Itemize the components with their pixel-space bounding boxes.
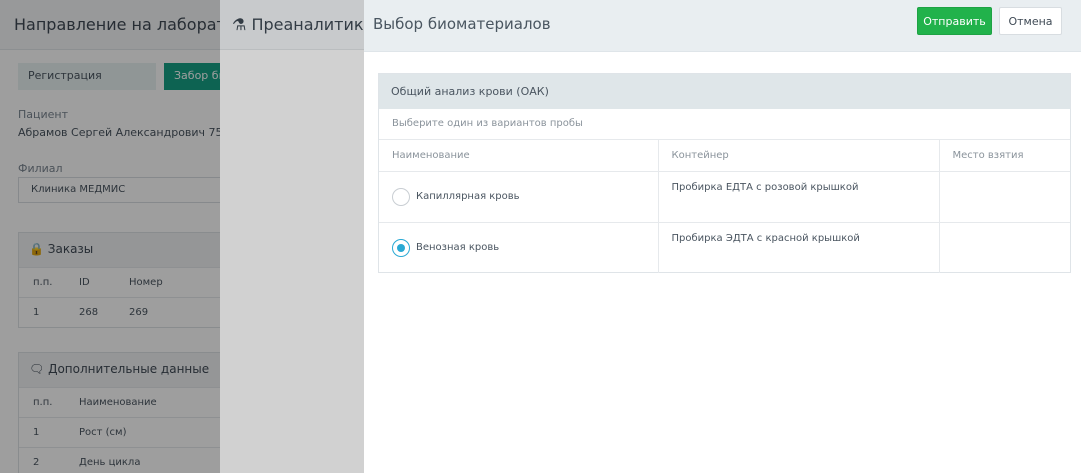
modal-header: Выбор биоматериалов Отправить Отмена [364, 0, 1081, 52]
selection-hint: Выберите один из вариантов пробы [379, 109, 1070, 140]
table-row[interactable]: Капиллярная кровь Пробирка ЕДТА с розово… [379, 171, 1070, 223]
column-header-container: Контейнер [657, 140, 939, 172]
place-cell [938, 171, 1070, 223]
table-row[interactable]: Венозная кровь Пробирка ЭДТА с красной к… [379, 222, 1070, 273]
table-header-row: Наименование Контейнер Место взятия [379, 140, 1070, 172]
name-cell[interactable]: Капиллярная кровь [379, 171, 658, 223]
container-name: Пробирка ЭДТА с красной крышкой [671, 232, 860, 244]
cancel-button[interactable]: Отмена [999, 7, 1062, 35]
test-card-title: Общий анализ крови (ОАК) [379, 74, 1070, 109]
modal-title: Выбор биоматериалов [373, 15, 551, 33]
biomaterial-table: Наименование Контейнер Место взятия Капи… [379, 140, 1070, 273]
column-header-place: Место взятия [938, 140, 1070, 172]
biomaterial-name: Капиллярная кровь [416, 190, 520, 202]
biomaterial-modal: Выбор биоматериалов Отправить Отмена Общ… [364, 0, 1081, 473]
place-cell [938, 222, 1070, 273]
container-cell: Пробирка ЕДТА с розовой крышкой [657, 171, 939, 223]
test-card: Общий анализ крови (ОАК) Выберите один и… [378, 73, 1071, 273]
container-name: Пробирка ЕДТА с розовой крышкой [671, 181, 859, 193]
radio-capillary[interactable] [392, 187, 410, 206]
radio-venous[interactable] [392, 238, 410, 257]
container-cell: Пробирка ЭДТА с красной крышкой [657, 222, 939, 273]
column-header-name: Наименование [379, 140, 658, 172]
biomaterial-name: Венозная кровь [416, 241, 500, 253]
send-button[interactable]: Отправить [917, 7, 992, 35]
name-cell[interactable]: Венозная кровь [379, 222, 658, 273]
